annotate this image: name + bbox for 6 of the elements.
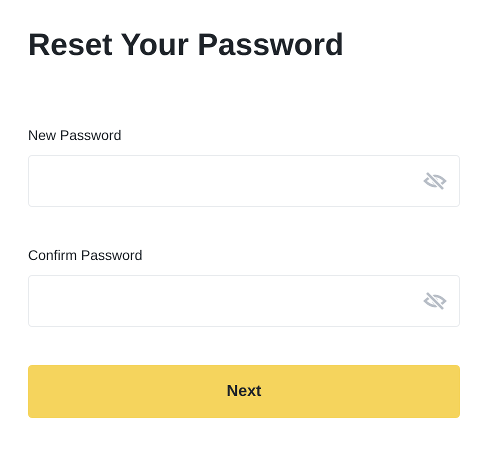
password-field[interactable] [28, 155, 460, 208]
field-label: New Password [28, 126, 122, 146]
next-button[interactable]: Next [28, 365, 460, 418]
password-field[interactable] [28, 275, 460, 328]
field-label: Confirm Password [28, 246, 144, 266]
page-title: Reset Your Password [28, 26, 345, 64]
